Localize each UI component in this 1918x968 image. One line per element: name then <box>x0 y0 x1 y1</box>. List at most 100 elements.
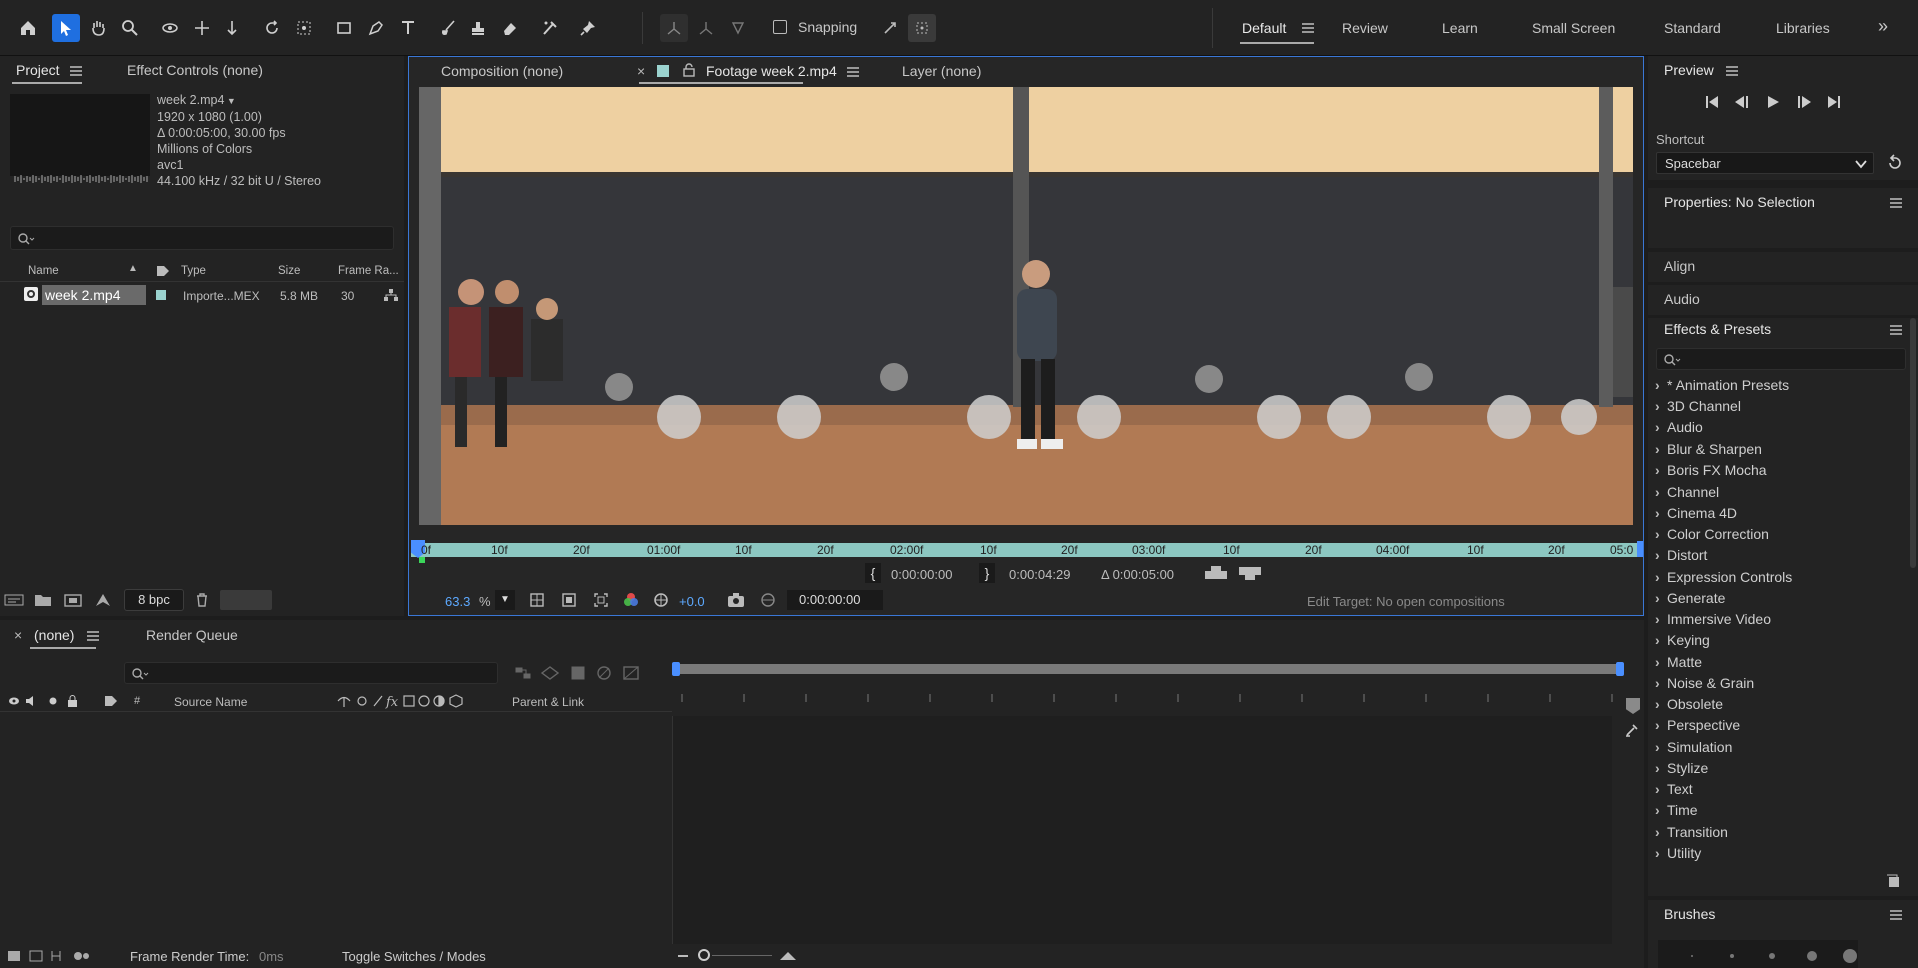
text-tool-icon[interactable] <box>394 14 422 42</box>
3d-layer-icon[interactable] <box>449 694 463 708</box>
collapse-icon[interactable] <box>357 696 367 706</box>
motion-blur-layer-icon[interactable] <box>418 695 430 707</box>
color-management-icon[interactable] <box>653 592 669 608</box>
effect-blur-sharpen[interactable]: Blur & Sharpen <box>1655 441 1762 457</box>
align-panel[interactable]: Align <box>1648 252 1918 282</box>
preview-menu-icon[interactable] <box>1726 66 1738 76</box>
label-color-swatch[interactable] <box>156 290 166 300</box>
dependency-icon[interactable] <box>383 288 399 302</box>
workspace-review[interactable]: Review <box>1342 20 1388 36</box>
timeline-menu-icon[interactable] <box>87 631 99 641</box>
effect-text[interactable]: Text <box>1655 781 1693 797</box>
effect-noise-grain[interactable]: Noise & Grain <box>1655 675 1754 691</box>
effect-color-correction[interactable]: Color Correction <box>1655 526 1769 542</box>
exposure-value[interactable]: +0.0 <box>679 594 705 609</box>
show-snapshot-icon[interactable] <box>759 592 777 608</box>
pen-tool-icon[interactable] <box>362 14 390 42</box>
puppet-pin-icon[interactable] <box>574 14 602 42</box>
hide-shy-layers-icon[interactable] <box>571 666 585 680</box>
col-name[interactable]: Name <box>28 265 59 277</box>
workspace-standard[interactable]: Standard <box>1664 20 1721 36</box>
pan-camera-icon[interactable] <box>188 14 216 42</box>
show-channel-icon[interactable] <box>623 592 639 608</box>
sort-up-icon[interactable]: ▲ <box>128 263 138 274</box>
effect-transition[interactable]: Transition <box>1655 824 1728 840</box>
work-area-bar[interactable] <box>674 664 1624 674</box>
world-axis-icon[interactable] <box>692 14 720 42</box>
properties-menu-icon[interactable] <box>1890 198 1902 208</box>
lock-layer-icon[interactable] <box>68 695 77 708</box>
effect-perspective[interactable]: Perspective <box>1655 717 1740 733</box>
effects-search-input[interactable] <box>1656 348 1906 370</box>
layer-switches-pane-icon[interactable] <box>8 951 20 961</box>
zoom-dropdown-chevron-icon[interactable]: ▼ <box>495 590 515 610</box>
anchor-tool-icon[interactable] <box>290 14 318 42</box>
video-eye-icon[interactable] <box>9 697 19 705</box>
effect-animation-presets[interactable]: * Animation Presets <box>1655 377 1789 393</box>
footage-name[interactable]: week 2.mp4 <box>157 93 224 107</box>
out-point-time[interactable]: 0:00:04:29 <box>1009 567 1070 582</box>
tab-render-queue[interactable]: Render Queue <box>146 627 238 643</box>
workspace-libraries[interactable]: Libraries <box>1776 20 1830 36</box>
view-axis-icon[interactable] <box>724 14 752 42</box>
close-timeline-icon[interactable]: × <box>14 627 22 643</box>
previous-frame-icon[interactable] <box>1735 96 1748 108</box>
effect-simulation[interactable]: Simulation <box>1655 739 1732 755</box>
footage-time-ruler[interactable]: 0f 10f 20f 01:00f 10f 20f 02:00f 10f 20f… <box>411 540 1643 558</box>
work-area-end-handle[interactable] <box>1616 662 1624 676</box>
current-time-field[interactable]: 0:00:00:00 <box>787 590 883 610</box>
tab-layer[interactable]: Layer (none) <box>902 63 981 79</box>
effect-generate[interactable]: Generate <box>1655 590 1725 606</box>
new-composition-icon[interactable] <box>63 592 83 608</box>
col-type[interactable]: Type <box>181 265 206 277</box>
first-frame-icon[interactable] <box>1706 96 1718 108</box>
effect-immersive-video[interactable]: Immersive Video <box>1655 611 1771 627</box>
set-in-point-icon[interactable]: { <box>865 563 881 583</box>
take-snapshot-icon[interactable] <box>727 592 745 608</box>
ripple-insert-edit-icon[interactable] <box>1203 565 1229 581</box>
timeline-search-input[interactable] <box>124 662 498 684</box>
lock-icon[interactable] <box>683 63 695 77</box>
effects-scrollbar[interactable] <box>1910 318 1916 568</box>
new-preset-icon[interactable] <box>1886 874 1902 888</box>
frame-blend-icon[interactable] <box>403 695 415 707</box>
effect-channel[interactable]: Channel <box>1655 484 1719 500</box>
dolly-camera-icon[interactable] <box>218 14 246 42</box>
footage-menu-icon[interactable] <box>847 67 859 77</box>
render-time-pane-icon[interactable] <box>74 952 89 960</box>
effect-keying[interactable]: Keying <box>1655 632 1710 648</box>
play-icon[interactable] <box>1768 96 1779 108</box>
rotation-tool-icon[interactable] <box>258 14 286 42</box>
quality-icon[interactable] <box>373 695 383 707</box>
timeline-zoom-slider-handle[interactable] <box>698 949 710 961</box>
effects-menu-icon[interactable] <box>1890 325 1902 335</box>
project-search-input[interactable] <box>10 226 394 250</box>
eraser-tool-icon[interactable] <box>496 14 524 42</box>
work-area-start-handle[interactable] <box>672 662 680 676</box>
effect-expression-controls[interactable]: Expression Controls <box>1655 569 1792 585</box>
tab-effect-controls[interactable]: Effect Controls (none) <box>127 62 263 78</box>
effect-audio[interactable]: Audio <box>1655 419 1703 435</box>
composition-flowchart-icon[interactable] <box>515 667 531 679</box>
hand-tool-icon[interactable] <box>84 14 112 42</box>
overlay-edit-icon[interactable] <box>1237 565 1263 581</box>
shy-icon[interactable] <box>337 696 351 707</box>
snap-edges-icon[interactable] <box>876 14 904 42</box>
roto-brush-icon[interactable] <box>536 14 564 42</box>
effect-time[interactable]: Time <box>1655 802 1698 818</box>
effect-obsolete[interactable]: Obsolete <box>1655 696 1723 712</box>
tab-project[interactable]: Project <box>16 62 60 78</box>
out-point-handle[interactable] <box>1637 541 1643 557</box>
effect-matte[interactable]: Matte <box>1655 654 1702 670</box>
workspace-default[interactable]: Default <box>1242 20 1286 36</box>
shortcut-dropdown[interactable]: Spacebar <box>1656 152 1874 174</box>
interpret-footage-icon[interactable] <box>4 593 24 607</box>
audio-speaker-icon[interactable] <box>26 696 33 706</box>
effect-cinema-4d[interactable]: Cinema 4D <box>1655 505 1737 521</box>
col-size[interactable]: Size <box>278 265 300 277</box>
snapping-checkbox[interactable] <box>773 20 787 34</box>
effect-3d-channel[interactable]: 3D Channel <box>1655 398 1741 414</box>
set-out-point-icon[interactable]: } <box>979 563 995 583</box>
adjustment-layer-icon[interactable] <box>433 695 445 707</box>
brush-tips[interactable] <box>1658 940 1858 968</box>
